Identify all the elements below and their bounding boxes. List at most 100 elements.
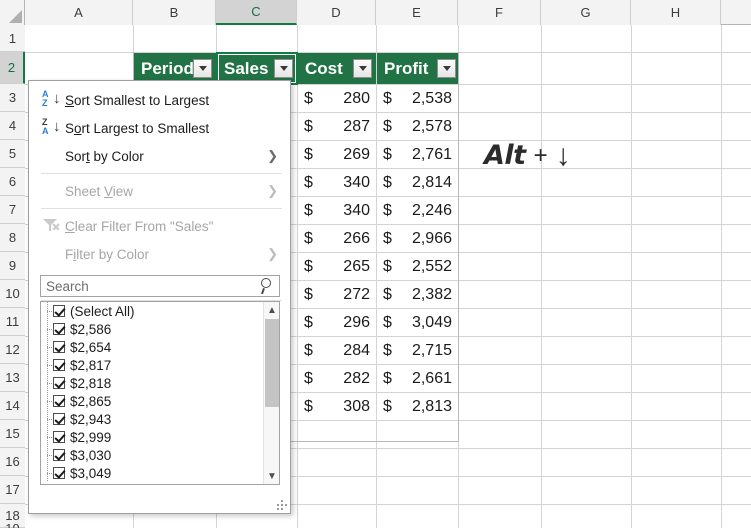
column-header-c[interactable]: C bbox=[216, 0, 297, 25]
column-header-label: E bbox=[412, 5, 421, 20]
scroll-down-icon[interactable]: ▼ bbox=[264, 468, 279, 484]
cell-value: 2,661 bbox=[411, 370, 452, 387]
row-header-17[interactable]: 17 bbox=[0, 476, 25, 504]
filter-button-sales[interactable] bbox=[274, 59, 293, 78]
filter-item[interactable]: $3,030 bbox=[41, 446, 279, 464]
cell-cost-4[interactable]: $287 bbox=[298, 113, 376, 141]
checkbox[interactable] bbox=[53, 431, 65, 443]
row-header-13[interactable]: 13 bbox=[0, 364, 25, 392]
cell-cost-6[interactable]: $340 bbox=[298, 169, 376, 197]
column-header-h[interactable]: H bbox=[631, 0, 721, 25]
row-header-2[interactable]: 2 bbox=[0, 52, 25, 84]
filter-item[interactable]: $2,818 bbox=[41, 374, 279, 392]
row-header-14[interactable]: 14 bbox=[0, 392, 25, 420]
scrollbar-thumb[interactable] bbox=[265, 319, 279, 407]
filter-item[interactable]: $2,586 bbox=[41, 320, 279, 338]
cell-profit-3[interactable]: $2,538 bbox=[377, 85, 458, 113]
resize-grip[interactable] bbox=[277, 500, 287, 510]
cell-cost-14[interactable]: $308 bbox=[298, 393, 376, 421]
column-header-d[interactable]: D bbox=[297, 0, 376, 25]
menu-item-sort-smallest-to-largest[interactable]: A Z ↓ Sort Smallest to Largest bbox=[29, 86, 290, 114]
row-header-7[interactable]: 7 bbox=[0, 196, 25, 224]
row-header-label: 13 bbox=[5, 370, 20, 385]
table-border-right bbox=[458, 52, 459, 442]
row-header-6[interactable]: 6 bbox=[0, 168, 25, 196]
row-header-15[interactable]: 15 bbox=[0, 420, 25, 448]
filter-item-label: (Select All) bbox=[70, 303, 135, 319]
cell-cost-8[interactable]: $266 bbox=[298, 225, 376, 253]
currency-symbol: $ bbox=[383, 286, 392, 303]
cell-profit-9[interactable]: $2,552 bbox=[377, 253, 458, 281]
column-header-a[interactable]: A bbox=[25, 0, 133, 25]
filter-button-period[interactable] bbox=[193, 59, 212, 78]
checkbox[interactable] bbox=[53, 323, 65, 335]
menu-item-sort-largest-to-smallest[interactable]: Z A ↓ Sort Largest to Smallest bbox=[29, 114, 290, 142]
cell-profit-10[interactable]: $2,382 bbox=[377, 281, 458, 309]
filter-item[interactable]: $2,654 bbox=[41, 338, 279, 356]
cell-cost-10[interactable]: $272 bbox=[298, 281, 376, 309]
checkbox[interactable] bbox=[53, 449, 65, 461]
currency-symbol: $ bbox=[304, 314, 313, 331]
cell-profit-14[interactable]: $2,813 bbox=[377, 393, 458, 421]
cell-value: 265 bbox=[343, 258, 370, 275]
cell-profit-4[interactable]: $2,578 bbox=[377, 113, 458, 141]
checkbox[interactable] bbox=[53, 413, 65, 425]
menu-item-filter-by-color: Filter by Color ❯ bbox=[65, 246, 278, 262]
filter-search-box[interactable] bbox=[40, 275, 280, 297]
cell-profit-11[interactable]: $3,049 bbox=[377, 309, 458, 337]
checkbox[interactable] bbox=[53, 341, 65, 353]
column-header-e[interactable]: E bbox=[376, 0, 458, 25]
cell-profit-6[interactable]: $2,814 bbox=[377, 169, 458, 197]
column-header-f[interactable]: F bbox=[458, 0, 541, 25]
filter-value-list[interactable]: (Select All) $2,586 $2,654 $2,817 $2,818 $2,8… bbox=[40, 301, 280, 485]
row-header-8[interactable]: 8 bbox=[0, 224, 25, 252]
cell-cost-3[interactable]: $280 bbox=[298, 85, 376, 113]
checkbox[interactable] bbox=[53, 395, 65, 407]
filter-item[interactable]: $2,999 bbox=[41, 428, 279, 446]
select-all-corner[interactable] bbox=[0, 0, 25, 25]
filter-item[interactable]: $3,049 bbox=[41, 464, 279, 482]
chevron-down-icon bbox=[198, 66, 207, 71]
row-header-3[interactable]: 3 bbox=[0, 84, 25, 112]
filter-item[interactable]: $2,865 bbox=[41, 392, 279, 410]
checkbox[interactable] bbox=[53, 467, 65, 479]
checkbox[interactable] bbox=[53, 305, 65, 317]
currency-symbol: $ bbox=[383, 202, 392, 219]
cell-cost-7[interactable]: $340 bbox=[298, 197, 376, 225]
row-header-12[interactable]: 12 bbox=[0, 336, 25, 364]
cell-profit-12[interactable]: $2,715 bbox=[377, 337, 458, 365]
currency-symbol: $ bbox=[304, 230, 313, 247]
row-header-9[interactable]: 9 bbox=[0, 252, 25, 280]
search-input[interactable] bbox=[41, 277, 257, 295]
cell-cost-12[interactable]: $284 bbox=[298, 337, 376, 365]
cell-profit-5[interactable]: $2,761 bbox=[377, 141, 458, 169]
cell-cost-9[interactable]: $265 bbox=[298, 253, 376, 281]
cell-cost-5[interactable]: $269 bbox=[298, 141, 376, 169]
row-header-16[interactable]: 16 bbox=[0, 448, 25, 476]
currency-symbol: $ bbox=[383, 90, 392, 107]
row-header-5[interactable]: 5 bbox=[0, 140, 25, 168]
cell-profit-8[interactable]: $2,966 bbox=[377, 225, 458, 253]
row-header-label: 14 bbox=[5, 398, 20, 413]
row-header-4[interactable]: 4 bbox=[0, 112, 25, 140]
cell-cost-13[interactable]: $282 bbox=[298, 365, 376, 393]
row-header-11[interactable]: 11 bbox=[0, 308, 25, 336]
row-header-1[interactable]: 1 bbox=[0, 25, 25, 52]
column-header-g[interactable]: G bbox=[541, 0, 631, 25]
filter-item-label: $3,030 bbox=[70, 447, 112, 463]
cell-profit-7[interactable]: $2,246 bbox=[377, 197, 458, 225]
filter-item-select-all[interactable]: (Select All) bbox=[41, 302, 279, 320]
cell-profit-13[interactable]: $2,661 bbox=[377, 365, 458, 393]
menu-item-sort-by-color[interactable]: Sort by Color ❯ bbox=[29, 142, 290, 170]
filter-button-profit[interactable] bbox=[437, 59, 456, 78]
cell-cost-11[interactable]: $296 bbox=[298, 309, 376, 337]
checkbox[interactable] bbox=[53, 377, 65, 389]
scroll-up-icon[interactable]: ▲ bbox=[264, 302, 279, 318]
filter-item[interactable]: $2,943 bbox=[41, 410, 279, 428]
checkbox[interactable] bbox=[53, 359, 65, 371]
filter-list-scrollbar[interactable]: ▲ ▼ bbox=[263, 302, 279, 484]
filter-item[interactable]: $2,817 bbox=[41, 356, 279, 374]
row-header-10[interactable]: 10 bbox=[0, 280, 25, 308]
filter-button-cost[interactable] bbox=[353, 59, 372, 78]
column-header-b[interactable]: B bbox=[133, 0, 216, 25]
